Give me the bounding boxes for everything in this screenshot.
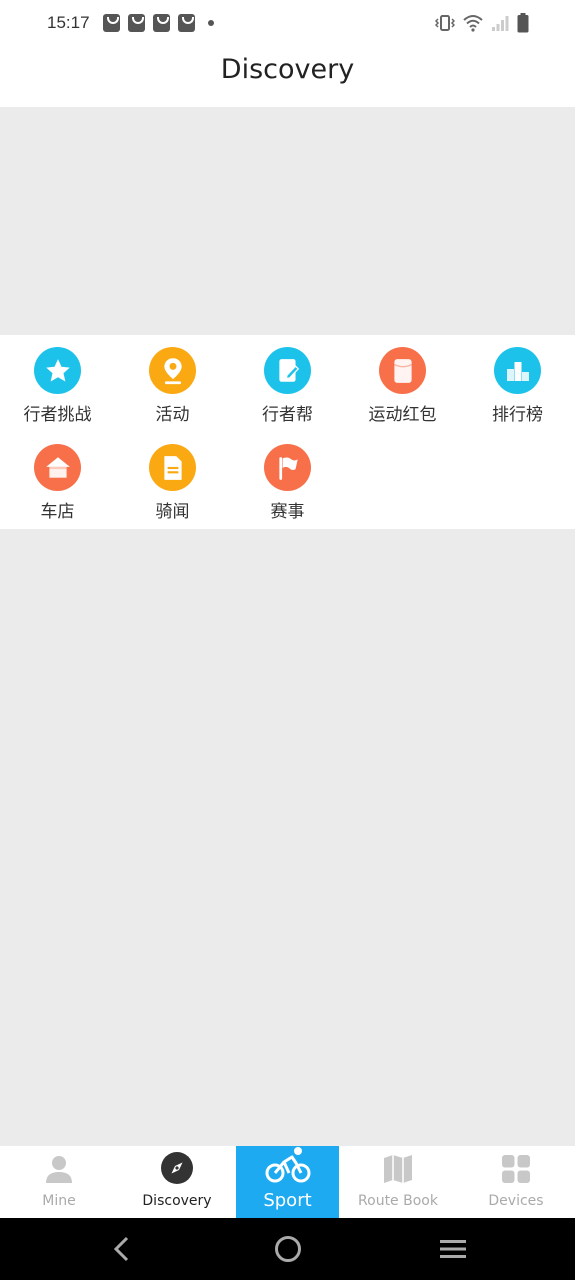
star-icon	[34, 347, 81, 394]
battery-icon	[517, 13, 529, 33]
shopping-bag-icon	[153, 14, 170, 32]
ranking-bars-icon	[494, 347, 541, 394]
tab-discovery[interactable]: Discovery	[118, 1146, 236, 1218]
banner-area[interactable]	[0, 107, 575, 335]
tab-sport[interactable]: Sport	[236, 1146, 339, 1218]
tab-mine[interactable]: Mine	[0, 1146, 118, 1218]
grid-item-leaderboard[interactable]: 排行榜	[460, 335, 575, 425]
feature-grid: 行者挑战 活动 行者帮 运动红包 排行榜 车店 骑闻 赛事	[0, 335, 575, 529]
news-document-icon	[149, 444, 196, 491]
status-time: 15:17	[47, 13, 90, 32]
tab-label: Mine	[42, 1193, 76, 1209]
page-title: Discovery	[220, 54, 355, 85]
home-button[interactable]	[268, 1234, 308, 1264]
shopping-bag-icon	[103, 14, 120, 32]
back-button[interactable]	[102, 1234, 142, 1264]
app-header: Discovery	[0, 46, 575, 107]
compass-icon	[118, 1146, 236, 1184]
red-envelope-icon	[379, 347, 426, 394]
grid-item-events[interactable]: 赛事	[230, 432, 345, 522]
grid-item-label: 骑闻	[155, 502, 190, 522]
grid-squares-icon	[457, 1146, 575, 1184]
tab-label: Sport	[263, 1190, 312, 1211]
recent-apps-button[interactable]	[433, 1234, 473, 1264]
shopping-bag-icon	[128, 14, 145, 32]
wifi-icon	[463, 15, 483, 32]
grid-item-label: 排行榜	[492, 405, 543, 425]
shopping-bag-icon	[178, 14, 195, 32]
cyclist-icon	[236, 1146, 339, 1184]
flag-icon	[264, 444, 311, 491]
vibrate-icon	[435, 15, 455, 31]
grid-item-label: 赛事	[270, 502, 305, 522]
home-icon	[275, 1236, 301, 1262]
tab-devices[interactable]: Devices	[457, 1146, 575, 1218]
shop-house-icon	[34, 444, 81, 491]
grid-item-label: 运动红包	[368, 405, 437, 425]
system-icons	[435, 13, 529, 33]
tab-route-book[interactable]: Route Book	[339, 1146, 457, 1218]
grid-item-challenge[interactable]: 行者挑战	[0, 335, 115, 425]
grid-item-shop[interactable]: 车店	[0, 432, 115, 522]
menu-icon	[440, 1240, 466, 1258]
status-bar: 15:17	[0, 0, 575, 46]
tab-label: Devices	[488, 1193, 544, 1209]
tab-label: Discovery	[142, 1193, 212, 1209]
grid-item-label: 车店	[40, 502, 75, 522]
system-navigation-bar	[0, 1218, 575, 1280]
tab-label: Route Book	[358, 1193, 438, 1209]
bottom-tab-bar: Mine Discovery Sport Route Book Devices	[0, 1146, 575, 1218]
grid-item-label: 行者挑战	[23, 405, 92, 425]
grid-item-activity[interactable]: 活动	[115, 335, 230, 425]
signal-icon	[492, 16, 509, 31]
grid-item-label: 行者帮	[262, 405, 313, 425]
note-edit-icon	[264, 347, 311, 394]
more-notifications-dot-icon	[208, 20, 214, 26]
notification-icons	[103, 14, 214, 32]
grid-item-red-envelope[interactable]: 运动红包	[345, 335, 460, 425]
map-icon	[339, 1146, 457, 1184]
person-icon	[0, 1146, 118, 1184]
grid-item-news[interactable]: 骑闻	[115, 432, 230, 522]
location-pin-icon	[149, 347, 196, 394]
grid-item-community[interactable]: 行者帮	[230, 335, 345, 425]
grid-item-label: 活动	[155, 405, 190, 425]
back-icon	[113, 1236, 129, 1262]
